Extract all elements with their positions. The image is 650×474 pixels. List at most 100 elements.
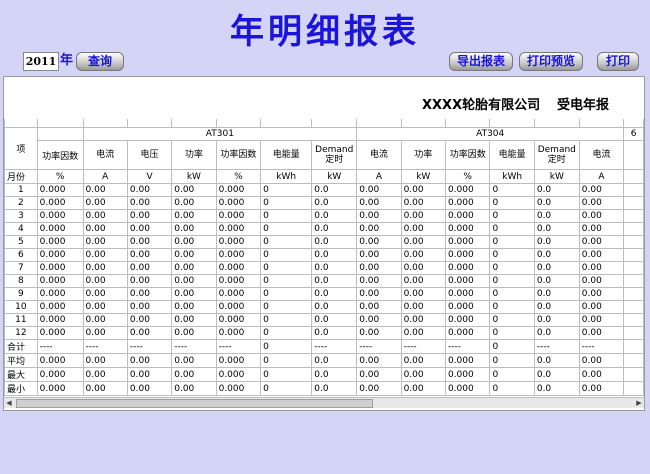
table-cell: 0.000 (444, 222, 491, 236)
table-cell: 0 (260, 274, 313, 288)
table-cell: 0 (489, 222, 535, 236)
table-cell: 0.00 (356, 300, 402, 314)
table-cell: 0.000 (444, 353, 491, 368)
table-cell: 0.00 (578, 235, 625, 249)
table-cell: 0.00 (82, 313, 128, 327)
column-header: 电压 (126, 140, 173, 170)
month-cell: 1 (4, 183, 38, 197)
table-cell: 0.00 (171, 248, 217, 262)
table-cell: 0.00 (82, 367, 128, 382)
unit-cell: kWh (260, 169, 313, 184)
table-cell (623, 300, 644, 314)
table-cell (36, 119, 84, 128)
table-cell: 0.000 (444, 274, 491, 288)
table-cell: 0.000 (444, 287, 491, 301)
column-header: 电流 (82, 140, 128, 170)
month-cell: 2 (4, 196, 38, 210)
table-cell (126, 119, 173, 128)
table-cell: 0.00 (400, 367, 446, 382)
table-cell: 0.0 (533, 353, 580, 368)
table-cell (444, 119, 491, 128)
table-cell: 0 (260, 183, 313, 197)
unit-cell: A (578, 169, 625, 184)
table-cell: 0.00 (400, 300, 446, 314)
table-cell: 0.00 (356, 183, 402, 197)
table-cell: 0.00 (82, 209, 128, 223)
print-button[interactable]: 打印 (597, 52, 639, 71)
header-row: 项 AT301 AT304 6 (4, 127, 644, 170)
table-cell: 0.00 (171, 300, 217, 314)
table-cell: 0.000 (215, 300, 262, 314)
table-cell: ---- (36, 339, 84, 354)
table-cell: ---- (171, 339, 217, 354)
table-cell: 0 (489, 287, 535, 301)
column-header: 电能量 (489, 140, 535, 170)
table-cell: 0.00 (171, 196, 217, 210)
table-cell: 0.00 (356, 287, 402, 301)
table-cell: 0.000 (215, 209, 262, 223)
scroll-right-arrow-icon[interactable]: ▶ (634, 398, 644, 408)
table-cell: 0.000 (444, 313, 491, 327)
table-cell: 0 (260, 313, 313, 327)
unit-cell: kW (171, 169, 217, 184)
table-cell: 0 (260, 196, 313, 210)
table-cell: 0.00 (400, 353, 446, 368)
column-header: 功率因数 (36, 140, 84, 170)
unit-cell: kW (533, 169, 580, 184)
table-cell: 0.00 (578, 326, 625, 340)
company-name: XXXX轮胎有限公司 (422, 98, 541, 113)
table-cell: 0.00 (82, 326, 128, 340)
table-cell: 0.00 (126, 261, 173, 275)
table-cell: 0.000 (215, 367, 262, 382)
table-cell: 0 (260, 326, 313, 340)
table-cell: 0 (489, 381, 535, 396)
table-cell: 0 (489, 196, 535, 210)
group-header: 6 (623, 127, 644, 141)
month-cell: 5 (4, 235, 38, 249)
table-cell: 0.00 (578, 196, 625, 210)
month-cell: 8 (4, 274, 38, 288)
table-cell: 0 (489, 300, 535, 314)
table-cell: 0.000 (36, 381, 84, 396)
table-cell: 0.00 (400, 196, 446, 210)
year-input[interactable]: 2011 (23, 52, 59, 71)
table-cell: 0 (260, 381, 313, 396)
unit-cell: A (82, 169, 128, 184)
table-cell: 0.0 (311, 313, 358, 327)
table-cell: 0 (489, 313, 535, 327)
table-cell: 0.00 (126, 353, 173, 368)
print-preview-button[interactable]: 打印预览 (519, 52, 583, 71)
table-row: 5 0.000 0.00 0.00 0.00 0.000 0 0.0 0.00 0.00 0.000… (4, 235, 644, 249)
table-cell (400, 119, 446, 128)
table-cell: 0.00 (400, 183, 446, 197)
table-cell: 0.0 (533, 183, 580, 197)
table-cell: 0.00 (126, 300, 173, 314)
table-cell: 0.00 (126, 196, 173, 210)
export-report-button[interactable]: 导出报表 (449, 52, 513, 71)
table-cell: 0.00 (356, 196, 402, 210)
row-header: 项 (4, 127, 38, 170)
table-cell: 0.00 (126, 381, 173, 396)
table-cell: 0.00 (171, 313, 217, 327)
table-cell: 0 (489, 367, 535, 382)
table-cell: 0.000 (215, 248, 262, 262)
table-cell: 0 (489, 261, 535, 275)
scrollbar-thumb[interactable] (16, 399, 373, 408)
table-cell: 0.00 (171, 261, 217, 275)
table-cell: 0.00 (578, 222, 625, 236)
table-cell: 0.00 (126, 287, 173, 301)
table-cell: 0.00 (126, 313, 173, 327)
scroll-left-arrow-icon[interactable]: ◀ (4, 398, 14, 408)
table-cell: ---- (215, 339, 262, 354)
month-cell: 11 (4, 313, 38, 327)
table-cell: 0.00 (400, 274, 446, 288)
query-button[interactable]: 查询 (76, 52, 124, 71)
table-cell (623, 183, 644, 197)
column-header: Demand 定时 (311, 140, 358, 170)
table-cell (623, 261, 644, 275)
table-cell: 0.00 (171, 235, 217, 249)
table-cell (533, 119, 580, 128)
summary-row: 最小 0.000 0.00 0.00 0.00 0.000 0 0.0 0.00 0.00 0.00… (4, 381, 644, 396)
horizontal-scrollbar[interactable]: ◀ ▶ (4, 397, 644, 408)
table-cell: 0 (489, 339, 535, 354)
